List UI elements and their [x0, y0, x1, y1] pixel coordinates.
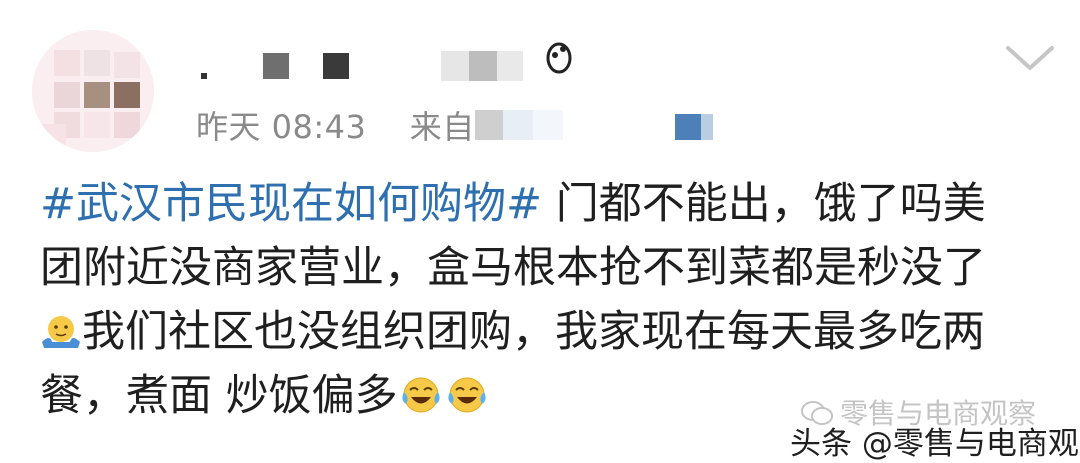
toutiao-watermark: 头条 @零售与电商观察: [790, 426, 1080, 462]
hashtag-link[interactable]: #武汉市民现在如何购物#: [40, 179, 542, 229]
post-meta: 昨天 08:43 来自: [196, 102, 725, 150]
post-source-blurred[interactable]: [474, 108, 725, 150]
user-avatar[interactable]: [32, 30, 154, 152]
content-line-1: #武汉市民现在如何购物# 门都不能出，饿了吗美: [40, 172, 1050, 236]
username-blurred[interactable]: [195, 42, 595, 85]
content-text: 我们社区也没组织团购，我家现在每天最多吃两: [82, 307, 985, 357]
content-text: 餐，煮面 炒饭偏多: [40, 371, 398, 421]
post-time: 昨天 08:43: [196, 108, 367, 146]
content-line-3: 我们社区也没组织团购，我家现在每天最多吃两: [40, 300, 1050, 364]
chevron-down-icon[interactable]: [1000, 38, 1060, 78]
shrug-emoji-icon: [42, 316, 80, 348]
crying-laughing-emoji-icon: [448, 377, 486, 413]
post-source-prefix: 来自: [409, 108, 475, 146]
content-line-2: 团附近没商家营业，盒马根本抢不到菜都是秒没了: [40, 243, 986, 293]
sticker-icon: [546, 42, 572, 74]
content-text: 门都不能出，饿了吗美: [555, 179, 986, 229]
weibo-post-card: 昨天 08:43 来自 #武汉市民现在如何购物# 门都不能出，饿了吗美 团附近没…: [0, 0, 1080, 463]
crying-laughing-emoji-icon: [402, 377, 440, 413]
post-content: #武汉市民现在如何购物# 门都不能出，饿了吗美 团附近没商家营业，盒马根本抢不到…: [40, 172, 1050, 428]
